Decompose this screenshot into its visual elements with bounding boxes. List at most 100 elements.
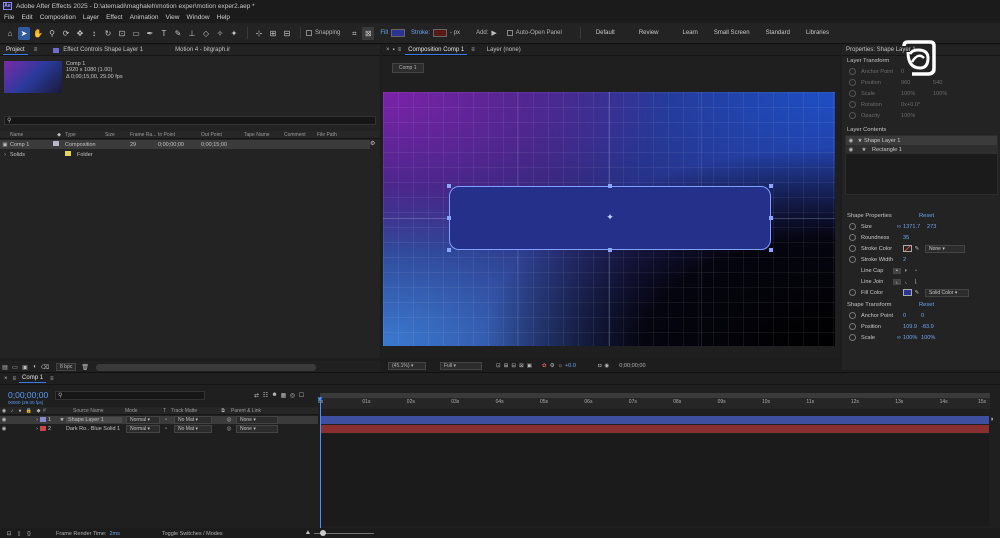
- zoom-tool-icon[interactable]: ⚲: [46, 27, 58, 40]
- bpc-button[interactable]: 8 bpc: [56, 363, 77, 371]
- bevel-join-icon[interactable]: ⌊: [911, 279, 921, 285]
- add-play-icon[interactable]: ▶: [491, 29, 496, 37]
- clone-stamp-tool-icon[interactable]: ⊥: [186, 27, 198, 40]
- pen-tool-icon[interactable]: ✒: [144, 27, 156, 40]
- col-parent-link[interactable]: Parent & Link: [231, 408, 279, 414]
- anchor-point-icon[interactable]: ✦: [605, 212, 615, 222]
- col-in-point[interactable]: In Point: [158, 132, 201, 138]
- parent-dropdown[interactable]: None ▾: [236, 425, 278, 433]
- stroke-color-swatch[interactable]: [433, 29, 448, 37]
- shape-pos-y[interactable]: -83.9: [921, 324, 934, 330]
- handle-bl[interactable]: [447, 248, 451, 252]
- visibility-eye-icon[interactable]: ◉: [0, 426, 8, 432]
- visibility-eye-icon[interactable]: ◉: [0, 417, 8, 423]
- auto-open-checkbox[interactable]: [506, 30, 513, 36]
- fill-color-swatch[interactable]: [391, 29, 406, 37]
- handle-mr[interactable]: [769, 216, 773, 220]
- timeline-layer-2[interactable]: ◉ › 2 Dark Ro.. Blue Solid 1 Normal ▾ ▫ …: [0, 425, 318, 433]
- mask-visibility-icon[interactable]: ⊟: [511, 363, 516, 369]
- miter-join-icon[interactable]: ⌞: [893, 278, 901, 285]
- render-icon[interactable]: ⊡: [4, 531, 14, 537]
- col-tape-name[interactable]: Tape Name: [244, 132, 284, 138]
- butt-cap-icon[interactable]: ▪: [893, 267, 901, 274]
- parent-dropdown[interactable]: None ▾: [236, 416, 278, 424]
- panel-menu-icon[interactable]: ≡: [471, 47, 475, 53]
- menu-effect[interactable]: Effect: [106, 14, 123, 21]
- time-ruler[interactable]: 0s01s02s03s04s05s06s07s08s09s10s11s12s13…: [318, 393, 990, 409]
- tab-layer[interactable]: Layer (none): [487, 47, 521, 53]
- roundness-value[interactable]: 35: [903, 235, 909, 241]
- col-name[interactable]: Name: [10, 132, 53, 138]
- draft-3d-icon[interactable]: ☷: [261, 392, 270, 399]
- stroke-type-dropdown[interactable]: None ▾: [925, 244, 965, 253]
- region-icon[interactable]: ⊡: [496, 363, 501, 369]
- stopwatch-icon[interactable]: [849, 223, 856, 230]
- col-source-name[interactable]: Source Name: [73, 408, 125, 414]
- end-marker-icon[interactable]: ◗: [990, 416, 994, 423]
- motion-blur-icon[interactable]: ◎: [288, 392, 297, 399]
- project-item-solids[interactable]: › Solids Folder: [0, 150, 370, 159]
- shape-scale-y[interactable]: 100%: [921, 335, 935, 341]
- audio-icon[interactable]: ♪: [8, 408, 16, 414]
- snapshot-icon[interactable]: ◘: [598, 363, 601, 369]
- handle-tl[interactable]: [447, 184, 451, 188]
- comp-flowchart-icon[interactable]: ⇄: [252, 392, 261, 399]
- project-item-comp[interactable]: ▣ Comp 1 Composition 29 0;00;00;00 0;00;…: [0, 140, 370, 149]
- tab-project[interactable]: Project: [3, 46, 28, 55]
- timeline-timecode[interactable]: 0;00;00;00: [8, 390, 48, 400]
- panel-menu-icon[interactable]: ≡: [13, 376, 17, 382]
- solo-icon[interactable]: ●: [16, 408, 24, 414]
- panel-menu-icon[interactable]: ≡: [398, 47, 402, 53]
- timeline-tracks-area[interactable]: [321, 434, 989, 526]
- rotation-tool-icon[interactable]: ↻: [102, 27, 114, 40]
- col-track-matte[interactable]: Track Matte: [171, 408, 215, 414]
- stopwatch-icon[interactable]: [849, 68, 856, 75]
- toggle-switches-button[interactable]: Toggle Switches / Modes: [162, 531, 223, 537]
- view-axis-icon[interactable]: ⊟: [281, 27, 293, 40]
- frame-blend-icon[interactable]: ▦: [279, 392, 288, 399]
- layer-label-color[interactable]: [40, 425, 46, 431]
- preserve-transparency-icon[interactable]: ▫: [162, 417, 170, 423]
- guides-icon[interactable]: ⊠: [519, 363, 524, 369]
- zoom-out-icon[interactable]: ⛰: [306, 530, 311, 537]
- stopwatch-icon[interactable]: [849, 234, 856, 241]
- menu-layer[interactable]: Layer: [83, 14, 99, 21]
- stopwatch-icon[interactable]: [849, 334, 856, 341]
- panel-menu-icon[interactable]: ≡: [34, 47, 38, 53]
- menu-edit[interactable]: Edit: [21, 14, 32, 21]
- layer-mode-dropdown[interactable]: Normal ▾: [126, 416, 160, 424]
- visibility-eye-icon[interactable]: ◉: [846, 138, 856, 144]
- delete-icon[interactable]: ⌫: [40, 364, 50, 371]
- layer-2-duration-bar[interactable]: [321, 425, 989, 433]
- timeline-search-input[interactable]: ⚲: [55, 391, 205, 400]
- close-icon[interactable]: ×: [386, 47, 390, 53]
- stopwatch-icon[interactable]: [849, 79, 856, 86]
- workspace-libraries[interactable]: Libraries: [806, 30, 829, 36]
- menu-composition[interactable]: Composition: [40, 14, 76, 21]
- project-search-input[interactable]: ⚲: [4, 116, 376, 125]
- layer-contents-title[interactable]: Layer Contents: [842, 125, 1000, 135]
- round-join-icon[interactable]: ◟: [901, 279, 911, 285]
- size-height[interactable]: 273: [927, 224, 936, 230]
- workspace-small-screen[interactable]: Small Screen: [714, 30, 750, 36]
- fast-preview-icon[interactable]: ⚙: [550, 363, 555, 369]
- tab-composition[interactable]: Composition Comp 1: [405, 46, 468, 55]
- layer-1-duration-bar[interactable]: [321, 416, 989, 424]
- col-file-path[interactable]: File Path: [317, 132, 357, 138]
- eraser-tool-icon[interactable]: ◇: [200, 27, 212, 40]
- snapping-checkbox[interactable]: [306, 30, 312, 36]
- stopwatch-icon[interactable]: [849, 101, 856, 108]
- snap-options-icon[interactable]: ⌗: [348, 27, 360, 40]
- trash-icon[interactable]: 🗑: [80, 364, 90, 371]
- menu-window[interactable]: Window: [187, 14, 210, 21]
- preserve-transparency-icon[interactable]: ▫: [162, 426, 170, 432]
- comp-breadcrumb[interactable]: Comp 1: [392, 63, 424, 73]
- zoom-slider[interactable]: [314, 530, 375, 536]
- hand-tool-icon[interactable]: ✋: [32, 27, 44, 40]
- workspace-default[interactable]: Default: [596, 30, 615, 36]
- new-folder-icon[interactable]: ▭: [10, 364, 20, 371]
- track-matte-dropdown[interactable]: No Mat ▾: [174, 416, 212, 424]
- stopwatch-icon[interactable]: [849, 245, 856, 252]
- transparency-grid-icon[interactable]: ⊞: [504, 363, 509, 369]
- layer-name[interactable]: Dark Ro.. Blue Solid 1: [66, 426, 124, 432]
